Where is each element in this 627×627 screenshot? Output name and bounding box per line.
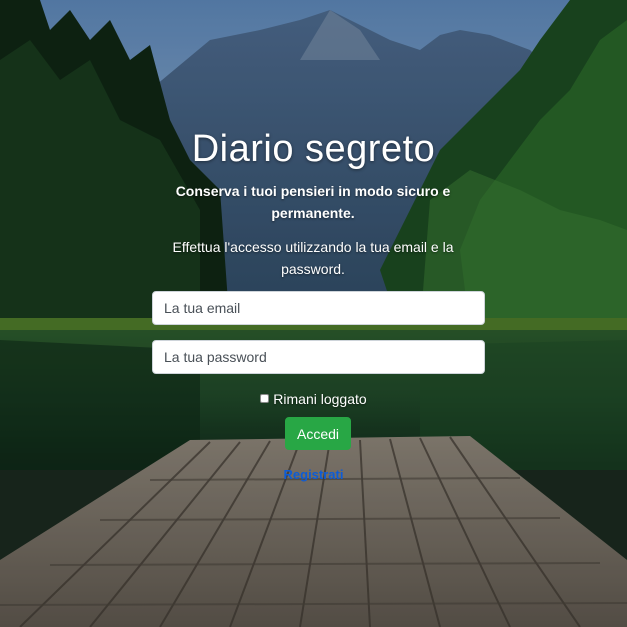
login-button[interactable]: Accedi (285, 417, 351, 450)
password-input[interactable] (152, 340, 485, 374)
login-instructions: Effettua l'accesso utilizzando la tua em… (172, 239, 454, 277)
login-page: Diario segreto Conserva i tuoi pensieri … (0, 0, 627, 627)
email-input[interactable] (152, 291, 485, 325)
remember-me-label[interactable]: Rimani loggato (273, 391, 366, 407)
login-panel: Diario segreto Conserva i tuoi pensieri … (0, 0, 627, 627)
remember-me-checkbox[interactable] (260, 394, 270, 403)
page-subtitle: Conserva i tuoi pensieri in modo sicuro … (175, 183, 451, 221)
register-link[interactable]: Registrati (0, 467, 627, 482)
page-title: Diario segreto (191, 128, 436, 170)
remember-me-row: Rimani loggato (0, 390, 627, 408)
